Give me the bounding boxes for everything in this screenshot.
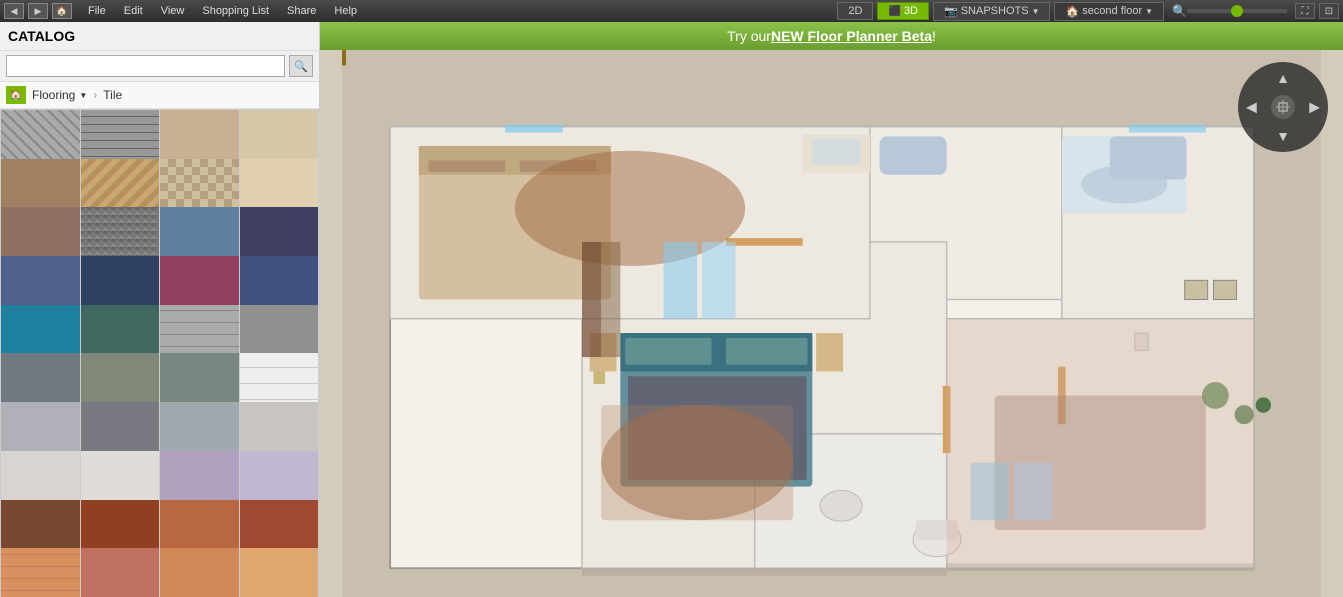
menu-help[interactable]: Help (326, 3, 365, 19)
floor-plan[interactable] (320, 50, 1343, 597)
breadcrumb-sep: › (93, 88, 97, 102)
nav-left-button[interactable]: ◀ (1246, 99, 1257, 116)
zoom-control[interactable]: 🔍 (1172, 4, 1287, 18)
catalog-header: CATALOG (0, 22, 319, 51)
snapshots-button[interactable]: 📷 SNAPSHOTS ▼ (933, 2, 1050, 21)
btn-2d[interactable]: 2D (837, 2, 873, 20)
menu-items: File Edit View Shopping List Share Help (80, 3, 365, 19)
logo-buttons: ◀ ▶ 🏠 (4, 3, 72, 19)
main-layout: CATALOG 🔍 🏠 Flooring ▼ › Tile Try our NE… (0, 22, 1343, 597)
promo-text-prefix: Try our (727, 28, 771, 44)
tile-item-39[interactable] (160, 548, 239, 597)
menu-edit[interactable]: Edit (116, 3, 151, 19)
nav-circle: ▲ ▼ ◀ ▶ (1238, 62, 1328, 152)
nav-down-button[interactable]: ▼ (1276, 128, 1290, 144)
tile-grid (0, 109, 319, 597)
minimize-button[interactable]: ⊡ (1319, 3, 1339, 19)
zoom-thumb[interactable] (1231, 5, 1243, 17)
breadcrumb-flooring[interactable]: Flooring ▼ (32, 88, 87, 102)
home-button[interactable]: 🏠 (52, 3, 72, 19)
promo-banner: Try our NEW Floor Planner Beta ! (320, 22, 1343, 50)
nav-up-button[interactable]: ▲ (1276, 70, 1290, 86)
search-button[interactable]: 🔍 (289, 55, 313, 77)
snapshots-arrow: ▼ (1032, 7, 1040, 16)
menu-file[interactable]: File (80, 3, 114, 19)
search-bar: 🔍 (0, 51, 319, 82)
back-button[interactable]: ◀ (4, 3, 24, 19)
forward-button[interactable]: ▶ (28, 3, 48, 19)
catalog-title: CATALOG (8, 28, 75, 44)
promo-text-suffix: ! (932, 28, 936, 44)
promo-link[interactable]: NEW Floor Planner Beta (771, 28, 932, 44)
cube-icon: ⬛ (888, 6, 900, 17)
tile-item-38[interactable] (81, 548, 160, 597)
tile-item-37[interactable] (1, 548, 80, 597)
breadcrumb-bar: 🏠 Flooring ▼ › Tile (0, 82, 319, 109)
zoom-icon: 🔍 (1172, 4, 1187, 18)
zoom-slider[interactable] (1187, 9, 1287, 13)
menu-share[interactable]: Share (279, 3, 324, 19)
tile-item-40[interactable] (240, 548, 319, 597)
floor-selector[interactable]: 🏠 second floor ▼ (1054, 2, 1164, 21)
camera-icon: 📷 (944, 5, 958, 18)
floor-icon: 🏠 (1065, 5, 1079, 18)
menu-right: 2D ⬛ 3D 📷 SNAPSHOTS ▼ 🏠 second floor ▼ 🔍… (837, 2, 1339, 21)
menu-view[interactable]: View (153, 3, 193, 19)
breadcrumb-tile[interactable]: Tile (103, 88, 122, 102)
menu-bar: ◀ ▶ 🏠 File Edit View Shopping List Share… (0, 0, 1343, 22)
search-input[interactable] (6, 55, 285, 77)
canvas-area: Try our NEW Floor Planner Beta ! (320, 22, 1343, 597)
nav-center-button[interactable] (1271, 95, 1295, 119)
flooring-arrow: ▼ (79, 91, 87, 100)
breadcrumb-home[interactable]: 🏠 (6, 86, 26, 104)
nav-right-button[interactable]: ▶ (1309, 99, 1320, 116)
floor-arrow: ▼ (1145, 7, 1153, 16)
sidebar: CATALOG 🔍 🏠 Flooring ▼ › Tile (0, 22, 320, 597)
btn-3d[interactable]: ⬛ 3D (877, 2, 929, 20)
menu-shopping[interactable]: Shopping List (194, 3, 277, 19)
fullscreen-button[interactable]: ⛶ (1295, 3, 1315, 19)
nav-overlay: ▲ ▼ ◀ ▶ (1233, 57, 1333, 157)
floor-plan-svg (320, 50, 1343, 597)
